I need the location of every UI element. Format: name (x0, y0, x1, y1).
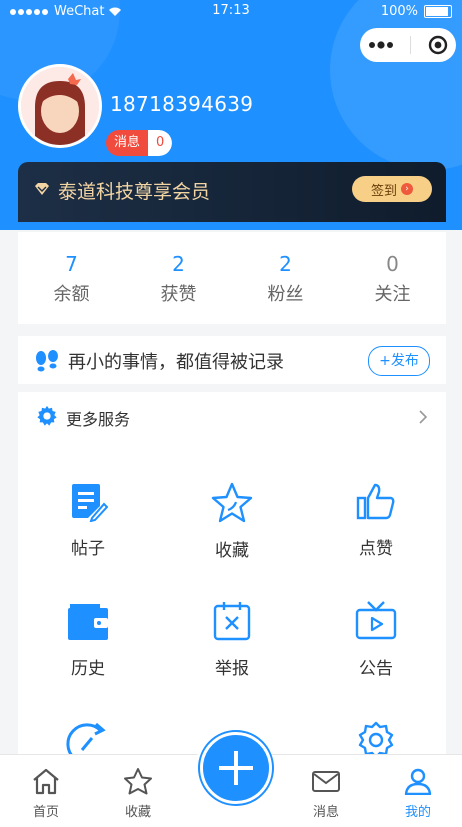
report-icon (213, 602, 251, 641)
service-favorites[interactable]: 收藏 (162, 482, 302, 561)
tab-favorites[interactable]: 收藏 (108, 767, 168, 820)
tab-label: 消息 (312, 805, 339, 820)
stat-balance[interactable]: 7 余额 (18, 232, 125, 324)
message-badge[interactable]: 消息 0 (106, 130, 173, 156)
wallet-icon (68, 604, 108, 640)
gear-icon (37, 405, 57, 426)
service-label: 历史 (71, 659, 105, 679)
plus-icon (219, 751, 253, 785)
stat-likes[interactable]: 2 获赞 (125, 232, 232, 324)
fab-circle (200, 732, 272, 804)
stat-label: 粉丝 (267, 284, 304, 305)
sign-in-button[interactable]: 签到 › (352, 176, 432, 202)
stat-value: 7 (65, 252, 78, 276)
battery-percent: 100% (380, 4, 418, 19)
service-label: 举报 (215, 659, 249, 679)
header-decoration (330, 0, 462, 170)
services-panel: 更多服务 帖子 收藏 点赞 历史 举报 公告 (18, 392, 446, 762)
publish-button[interactable]: +发布 (368, 346, 430, 376)
stat-label: 余额 (53, 284, 90, 305)
service-history[interactable]: 历史 (18, 600, 158, 679)
stat-fans[interactable]: 2 粉丝 (232, 232, 339, 324)
publish-slogan: 再小的事情，都值得被记录 (68, 352, 284, 373)
mail-icon (312, 771, 340, 792)
vip-card[interactable]: 泰道科技尊享会员 签到 › (18, 162, 446, 222)
user-phone: 18718394639 (110, 92, 254, 116)
avatar-illustration (21, 67, 99, 145)
service-report[interactable]: 举报 (162, 600, 302, 679)
message-label: 消息 (106, 130, 149, 156)
battery-icon (424, 5, 452, 18)
tab-home[interactable]: 首页 (16, 767, 76, 820)
tab-label: 首页 (32, 805, 59, 820)
star-icon (211, 482, 253, 523)
stat-value: 2 (279, 252, 292, 276)
status-bar: WeChat 17:13 100% (0, 0, 462, 24)
service-label: 收藏 (215, 541, 249, 561)
tab-messages[interactable]: 消息 (296, 767, 356, 820)
publish-bar: 再小的事情，都值得被记录 +发布 (18, 336, 446, 384)
post-icon (72, 484, 109, 523)
service-notice[interactable]: 公告 (306, 600, 446, 679)
service-label: 帖子 (71, 539, 105, 559)
home-icon (33, 768, 59, 795)
stats-panel: 7 余额 2 获赞 2 粉丝 0 关注 (18, 232, 446, 324)
star-icon (124, 768, 152, 795)
sign-in-label: 签到 (370, 183, 397, 199)
services-title: 更多服务 (66, 410, 131, 429)
capsule-divider (410, 36, 412, 54)
tab-label: 我的 (404, 805, 431, 820)
stat-label: 获赞 (160, 284, 197, 305)
stat-following[interactable]: 0 关注 (339, 232, 446, 324)
service-label: 公告 (359, 659, 393, 679)
thumb-up-icon (356, 483, 395, 520)
chevron-right-icon (419, 410, 428, 424)
tab-label: 收藏 (124, 805, 151, 820)
service-posts[interactable]: 帖子 (18, 482, 158, 559)
tab-mine[interactable]: 我的 (388, 767, 448, 820)
stat-label: 关注 (374, 284, 411, 305)
close-miniprogram-icon[interactable] (428, 35, 448, 55)
footprints-icon (36, 350, 58, 372)
stat-value: 0 (386, 252, 399, 276)
service-label: 点赞 (359, 539, 393, 559)
add-post-button[interactable] (196, 728, 272, 804)
miniprogram-capsule (360, 28, 456, 62)
chevron-right-icon: › (401, 183, 413, 195)
vip-title: 泰道科技尊享会员 (58, 181, 211, 203)
tv-icon (355, 601, 397, 640)
diamond-icon (35, 183, 49, 195)
more-icon[interactable] (368, 41, 394, 49)
stat-value: 2 (172, 252, 185, 276)
avatar[interactable] (18, 64, 102, 148)
user-icon (404, 768, 432, 796)
services-header[interactable]: 更多服务 (18, 392, 446, 442)
service-likes[interactable]: 点赞 (306, 482, 446, 559)
